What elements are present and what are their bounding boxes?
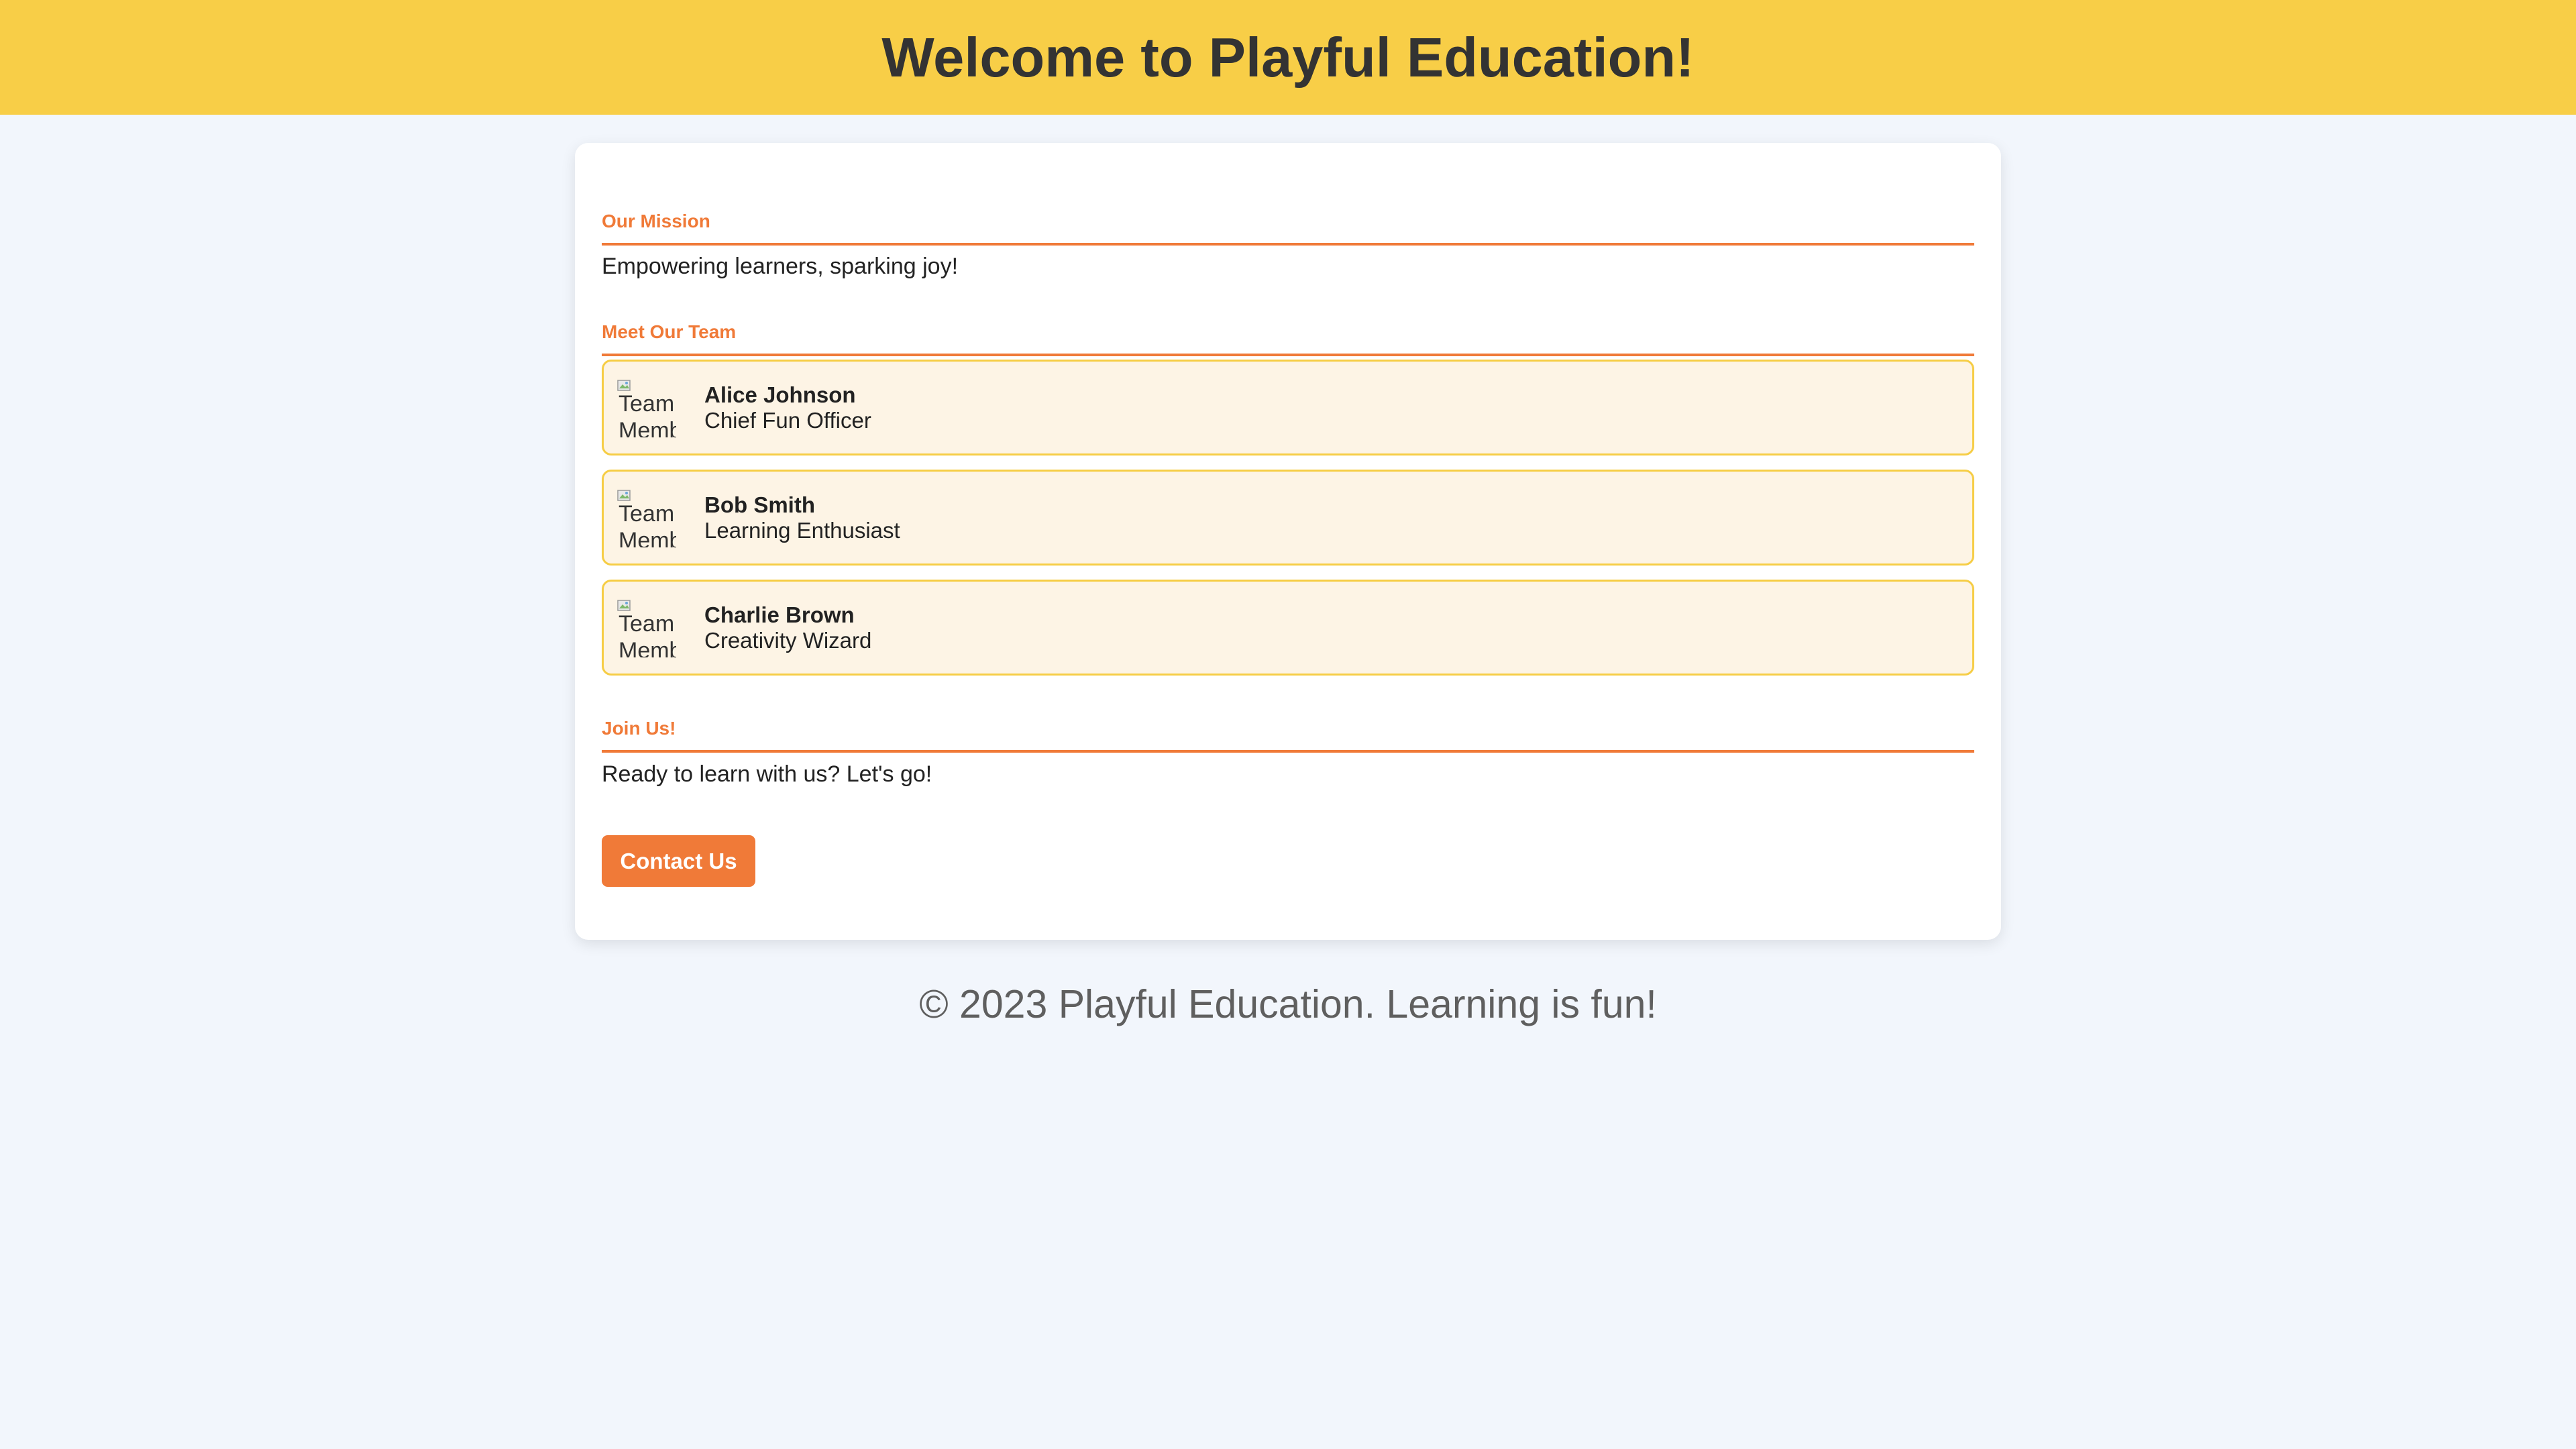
member-role: Chief Fun Officer — [704, 407, 871, 433]
member-role: Learning Enthusiast — [704, 517, 900, 543]
team-member-card: Team Member Charlie Brown Creativity Wiz… — [602, 580, 1974, 676]
page-header: Welcome to Playful Education! — [0, 0, 2576, 115]
avatar-alt-text: Team Member — [619, 500, 676, 547]
page-title: Welcome to Playful Education! — [881, 26, 1695, 89]
member-role: Creativity Wizard — [704, 627, 872, 653]
member-name: Charlie Brown — [704, 602, 855, 627]
team-heading: Meet Our Team — [602, 323, 1974, 357]
contact-us-button[interactable]: Contact Us — [602, 835, 755, 887]
mission-heading: Our Mission — [602, 212, 1974, 246]
join-heading: Join Us! — [602, 719, 1974, 753]
team-member-card: Team Member Alice Johnson Chief Fun Offi… — [602, 360, 1974, 455]
join-text: Ready to learn with us? Let's go! — [602, 761, 932, 787]
team-member-avatar: Team Member — [617, 378, 676, 437]
avatar-alt-text: Team Member — [619, 610, 676, 657]
team-member-card: Team Member Bob Smith Learning Enthusias… — [602, 470, 1974, 566]
team-member-avatar: Team Member — [617, 598, 676, 657]
team-member-avatar: Team Member — [617, 488, 676, 547]
mission-text: Empowering learners, sparking joy! — [602, 254, 959, 279]
member-name: Alice Johnson — [704, 382, 856, 407]
avatar-alt-text: Team Member — [619, 390, 676, 437]
content-card: Our Mission Empowering learners, sparkin… — [575, 143, 2001, 940]
page-footer: © 2023 Playful Education. Learning is fu… — [919, 982, 1657, 1026]
member-name: Bob Smith — [704, 492, 815, 517]
